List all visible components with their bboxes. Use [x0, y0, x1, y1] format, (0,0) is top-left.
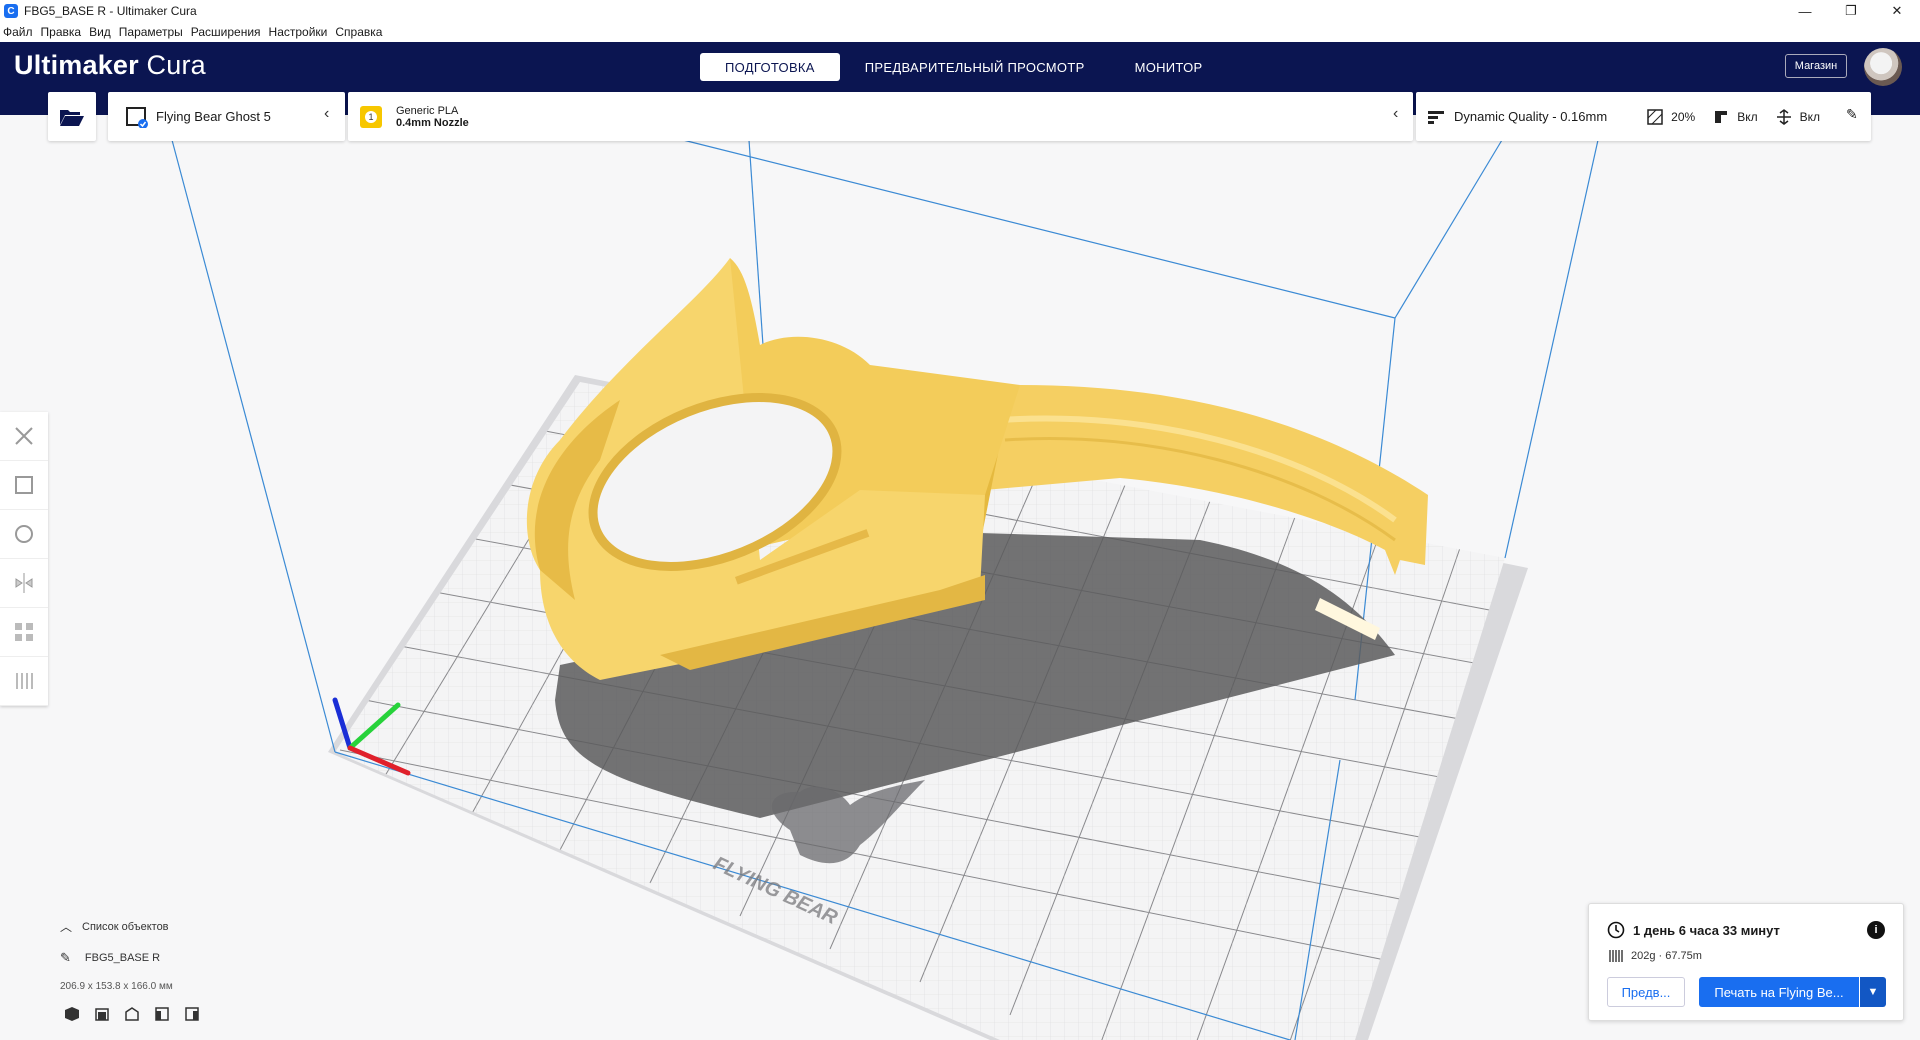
object-dimensions: 206.9 x 153.8 x 166.0 мм [60, 981, 173, 992]
tab-preview[interactable]: ПРЕДВАРИТЕЛЬНЫЙ ПРОСМОТР [840, 53, 1110, 81]
open-file-button[interactable] [48, 92, 96, 141]
spool-icon [1609, 950, 1623, 962]
object-list-toggle[interactable]: ︿ Список объектов [60, 918, 173, 935]
chevron-down-icon[interactable]: ▼ [1860, 977, 1886, 1007]
infill-value: 20% [1671, 109, 1696, 124]
material-selector[interactable]: 1 Generic PLA 0.4mm Nozzle ‹ [348, 92, 1413, 141]
print-time: 1 день 6 часа 33 минут [1607, 921, 1780, 939]
scale-icon [15, 476, 33, 494]
menu-settings[interactable]: Параметры [119, 25, 183, 39]
window-controls: — ❐ ✕ [1782, 0, 1920, 22]
build-volume-scene: FLYING BEAR [171, 139, 1599, 1040]
folder-open-icon [60, 109, 84, 126]
pencil-icon: ✎ [1846, 106, 1858, 122]
print-time-value: 1 день 6 часа 33 минут [1633, 922, 1780, 938]
support-blocker-icon [16, 673, 33, 689]
restore-button[interactable]: ❐ [1828, 0, 1874, 22]
profile-icon [1428, 110, 1444, 124]
support-blocker-button[interactable] [0, 657, 48, 706]
menu-extensions[interactable]: Расширения [191, 25, 261, 39]
nozzle-size: 0.4mm Nozzle [396, 116, 469, 129]
preview-button[interactable]: Предв... [1607, 977, 1685, 1007]
tab-prepare[interactable]: ПОДГОТОВКА [700, 53, 840, 81]
material-usage: 202g · 67.75m [1609, 949, 1702, 963]
material-usage-value: 202g · 67.75m [1631, 950, 1702, 962]
quality-profile: Dynamic Quality - 0.16mm [1454, 109, 1608, 124]
left-toolbar [0, 412, 48, 706]
menu-preferences[interactable]: Настройки [269, 25, 328, 39]
cura-app-icon: C [4, 4, 18, 18]
object-list-header: Список объектов [82, 920, 169, 933]
view-right-icon[interactable] [184, 1006, 200, 1022]
support-icon [1715, 110, 1728, 123]
view-orientation-buttons [64, 1006, 200, 1022]
account-avatar[interactable] [1864, 48, 1902, 86]
object-list-panel: ︿ Список объектов ✎ FBG5_BASE R 206.9 x 15… [60, 918, 173, 1007]
cura-logo: Ultimaker Cura [14, 50, 206, 80]
menu-bar: Файл Правка Вид Параметры Расширения Нас… [0, 22, 1920, 42]
material-name: Generic PLA [396, 104, 459, 117]
mirror-icon [15, 573, 33, 593]
3d-viewport[interactable]: FLYING BEAR [0, 115, 1920, 1040]
view-top-icon[interactable] [124, 1006, 140, 1022]
chevron-up-icon: ︿ [60, 920, 73, 934]
stage-tabs: ПОДГОТОВКА ПРЕДВАРИТЕЛЬНЫЙ ПРОСМОТР МОНИ… [700, 53, 1227, 81]
per-model-settings-icon [15, 623, 33, 641]
window-title: FBG5_BASE R - Ultimaker Cura [24, 4, 197, 18]
print-action-panel: 1 день 6 часа 33 минут i 202g · 67.75m П… [1588, 903, 1904, 1021]
pencil-icon: ✎ [60, 950, 71, 965]
object-name: FBG5_BASE R [84, 952, 161, 964]
per-model-settings-button[interactable] [0, 608, 48, 657]
chevron-left-icon: ‹ [324, 105, 330, 122]
view-left-icon[interactable] [154, 1006, 170, 1022]
menu-view[interactable]: Вид [89, 25, 111, 39]
move-tool-button[interactable] [0, 412, 48, 461]
print-button[interactable]: Печать на Flying Be... [1699, 977, 1859, 1007]
close-button[interactable]: ✕ [1874, 0, 1920, 22]
menu-help[interactable]: Справка [335, 25, 382, 39]
move-icon [15, 427, 33, 445]
print-settings-selector[interactable]: Dynamic Quality - 0.16mm 20% Вкл Вкл ✎ [1416, 92, 1871, 141]
support-value: Вкл [1737, 109, 1758, 124]
marketplace-button[interactable]: Магазин [1785, 54, 1847, 78]
menu-edit[interactable]: Правка [41, 25, 82, 39]
info-icon[interactable]: i [1867, 921, 1885, 939]
extruder-badge: 1 [360, 105, 382, 128]
mirror-tool-button[interactable] [0, 559, 48, 608]
menu-file[interactable]: Файл [3, 25, 33, 39]
minimize-button[interactable]: — [1782, 0, 1828, 22]
rotate-tool-button[interactable] [0, 510, 48, 559]
view-3d-icon[interactable] [64, 1006, 80, 1022]
scale-tool-button[interactable] [0, 461, 48, 510]
adhesion-value: Вкл [1799, 109, 1820, 124]
tab-monitor[interactable]: МОНИТОР [1110, 53, 1228, 81]
adhesion-icon [1776, 108, 1791, 125]
infill-icon [1647, 108, 1663, 125]
printer-icon [126, 106, 148, 128]
chevron-left-icon: ‹ [1393, 105, 1399, 122]
printer-name: Flying Bear Ghost 5 [156, 109, 271, 124]
object-item[interactable]: ✎ FBG5_BASE R [60, 950, 173, 966]
printer-selector[interactable]: Flying Bear Ghost 5 ‹ [108, 92, 345, 141]
view-front-icon[interactable] [94, 1006, 110, 1022]
title-bar: C FBG5_BASE R - Ultimaker Cura — ❐ ✕ [0, 0, 1920, 22]
rotate-icon [15, 525, 33, 543]
clock-icon [1607, 921, 1625, 939]
